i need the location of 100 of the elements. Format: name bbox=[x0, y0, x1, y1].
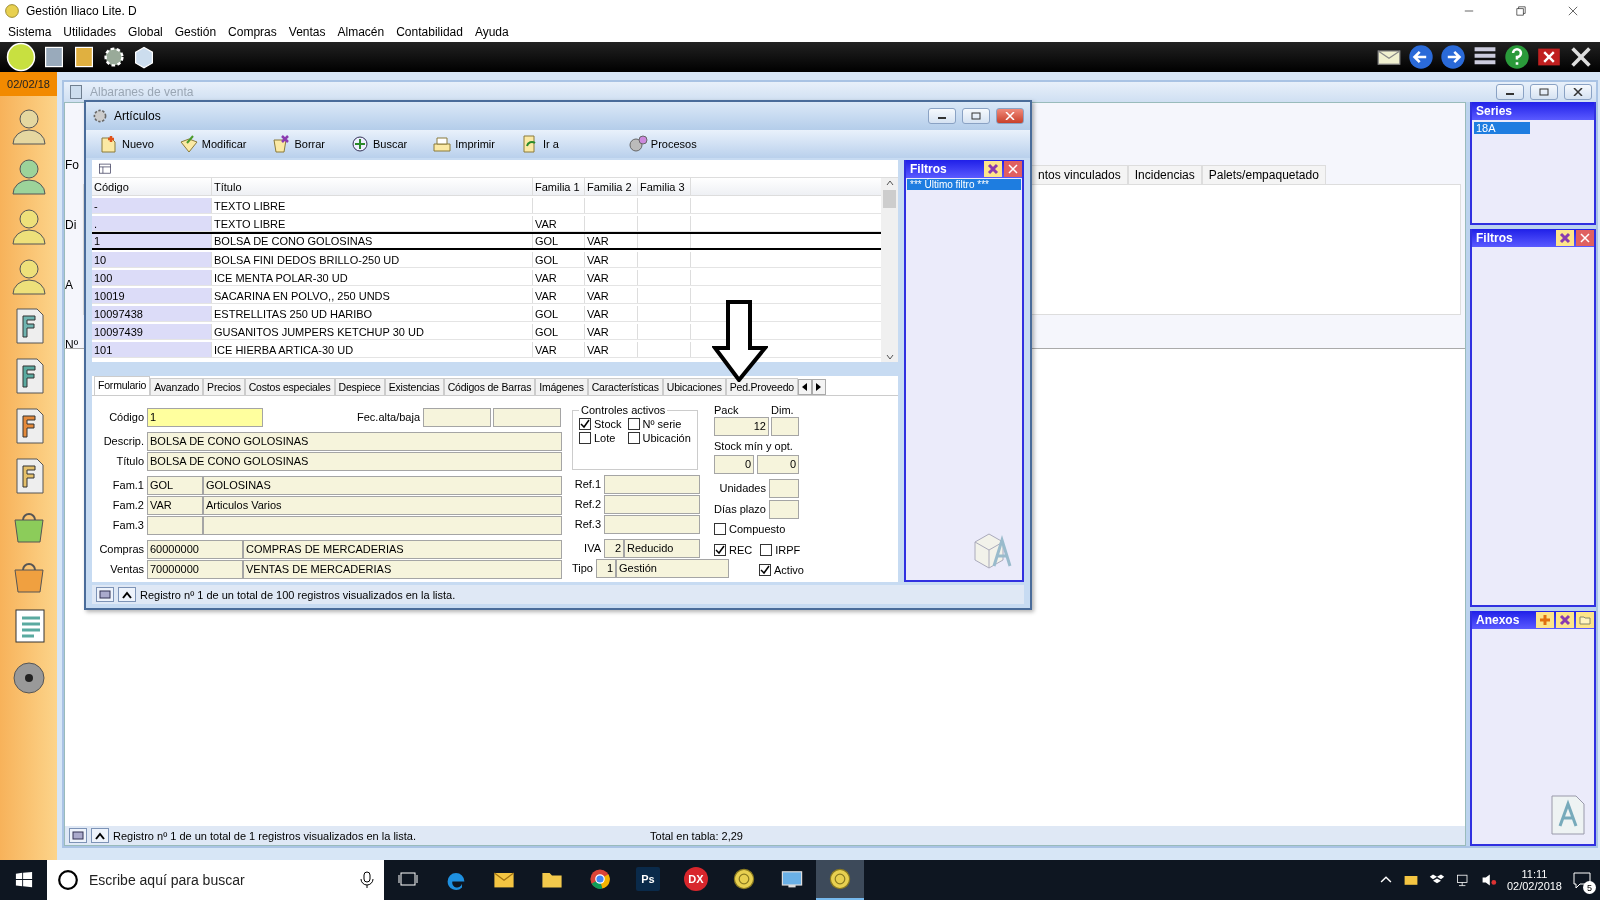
document-icon[interactable] bbox=[42, 45, 66, 69]
caret-up-icon[interactable] bbox=[884, 178, 895, 188]
column-header[interactable]: Familia 3 bbox=[638, 178, 691, 195]
column-header[interactable]: Título bbox=[212, 178, 533, 195]
tab[interactable]: Formulario bbox=[94, 376, 151, 395]
checkbox[interactable] bbox=[627, 418, 640, 430]
tab[interactable]: Imágenes bbox=[535, 378, 588, 395]
text-field[interactable]: Reducido bbox=[624, 538, 700, 558]
minimize-button[interactable] bbox=[928, 108, 956, 124]
help-icon[interactable] bbox=[1504, 44, 1530, 70]
tab[interactable]: Despiece bbox=[334, 378, 385, 395]
table-row[interactable]: 1 BOLSA DE CONO GOLOSINAS GOL VAR bbox=[92, 232, 881, 250]
grid-button[interactable] bbox=[96, 587, 114, 602]
checkbox[interactable] bbox=[627, 432, 640, 444]
number-field[interactable] bbox=[769, 478, 799, 498]
notification-icon[interactable] bbox=[1572, 870, 1592, 890]
caret-down-icon[interactable] bbox=[884, 352, 895, 362]
tab[interactable]: Palets/empaquetado bbox=[1201, 165, 1326, 184]
toolbar-button[interactable]: Nuevo bbox=[94, 134, 158, 154]
column-header[interactable]: Código bbox=[92, 178, 212, 195]
menu-item[interactable]: Global bbox=[122, 25, 169, 39]
menu-item[interactable]: Contabilidad bbox=[390, 25, 469, 39]
tab[interactable]: Costos especiales bbox=[244, 378, 335, 395]
code-field[interactable]: VAR bbox=[147, 495, 203, 515]
scrollbar[interactable] bbox=[881, 178, 898, 362]
gear-icon[interactable] bbox=[102, 45, 126, 69]
collapse-button[interactable] bbox=[91, 828, 109, 843]
code-field[interactable]: 60000000 bbox=[147, 539, 243, 559]
document-icon[interactable] bbox=[72, 45, 96, 69]
date-field[interactable] bbox=[493, 407, 561, 427]
tab[interactable]: Características bbox=[587, 378, 663, 395]
app-icon[interactable]: Ps bbox=[636, 867, 660, 891]
checkbox[interactable] bbox=[760, 544, 773, 556]
code-field[interactable]: GOL bbox=[147, 475, 203, 495]
checkbox[interactable] bbox=[714, 523, 726, 535]
code-field[interactable]: 2 bbox=[604, 538, 624, 558]
clock[interactable]: 11:11 02/02/2018 bbox=[1506, 868, 1562, 892]
list-item[interactable]: *** Último filtro *** bbox=[907, 179, 1021, 190]
minimize-button[interactable] bbox=[1496, 84, 1524, 100]
table-row[interactable]: 10 BOLSA FINI DEDOS BRILLO-250 UD GOL VAR bbox=[92, 250, 881, 268]
text-field[interactable] bbox=[604, 494, 700, 514]
table-row[interactable]: . TEXTO LIBRE VAR bbox=[92, 214, 881, 232]
box-icon[interactable] bbox=[132, 45, 156, 69]
number-field[interactable]: 12 bbox=[714, 416, 769, 436]
number-field[interactable] bbox=[771, 416, 799, 436]
app-icon[interactable]: DX bbox=[684, 867, 708, 891]
tab[interactable]: ntos vinculados bbox=[1031, 165, 1128, 184]
table-row[interactable]: 100 ICE MENTA POLAR-30 UD VAR VAR bbox=[92, 268, 881, 286]
checkbox[interactable] bbox=[714, 544, 726, 556]
collapse-button[interactable] bbox=[118, 587, 136, 602]
text-field[interactable]: BOLSA DE CONO GOLOSINAS bbox=[147, 451, 562, 471]
tab[interactable]: Códigos de Barras bbox=[443, 378, 536, 395]
add-button[interactable] bbox=[1536, 612, 1554, 628]
tab[interactable]: Precios bbox=[203, 378, 245, 395]
microphone-icon[interactable] bbox=[360, 871, 374, 889]
menu-item[interactable]: Utilidades bbox=[57, 25, 123, 39]
tab[interactable]: Ubicaciones bbox=[662, 378, 726, 395]
grid-button[interactable] bbox=[69, 828, 87, 843]
text-field[interactable]: Gestión bbox=[616, 558, 729, 578]
maximize-button[interactable] bbox=[1530, 84, 1558, 100]
windows-logo-icon[interactable] bbox=[14, 871, 33, 889]
text-field[interactable] bbox=[203, 515, 562, 535]
restore-icon[interactable] bbox=[1515, 5, 1527, 17]
text-field[interactable]: BOLSA DE CONO GOLOSINAS bbox=[147, 431, 562, 451]
menu-item[interactable]: Compras bbox=[222, 25, 283, 39]
network-icon[interactable] bbox=[1454, 872, 1471, 888]
menu-item[interactable]: Ventas bbox=[282, 25, 332, 39]
tab[interactable]: Existencias bbox=[384, 378, 444, 395]
clear-filter-button[interactable] bbox=[1556, 230, 1574, 246]
text-field[interactable] bbox=[604, 514, 700, 534]
text-field[interactable]: COMPRAS DE MERCADERIAS bbox=[243, 539, 562, 559]
column-header[interactable]: Familia 1 bbox=[533, 178, 585, 195]
checkbox[interactable] bbox=[759, 564, 771, 576]
search-field[interactable]: Escribe aquí para buscar bbox=[47, 860, 384, 900]
date-field[interactable] bbox=[423, 407, 491, 427]
maximize-button[interactable] bbox=[962, 108, 990, 124]
speaker-muted-icon[interactable] bbox=[1480, 872, 1497, 888]
list-item[interactable]: 18A bbox=[1474, 122, 1530, 134]
tab[interactable]: Ped.Proveedo bbox=[725, 378, 798, 395]
number-field[interactable] bbox=[769, 499, 799, 519]
remove-button[interactable] bbox=[1556, 612, 1574, 628]
checkbox[interactable] bbox=[579, 432, 591, 444]
number-field[interactable]: 0 bbox=[757, 454, 799, 474]
code-field[interactable] bbox=[147, 515, 203, 535]
checkbox[interactable] bbox=[579, 418, 591, 430]
column-header[interactable]: Familia 2 bbox=[585, 178, 638, 195]
menu-item[interactable]: Sistema bbox=[2, 25, 58, 39]
scroll-thumb[interactable] bbox=[883, 190, 896, 208]
toolbar-button[interactable]: Modificar bbox=[173, 134, 251, 154]
number-field[interactable]: 0 bbox=[714, 454, 754, 474]
clear-filter-button[interactable] bbox=[984, 161, 1002, 177]
close-button[interactable] bbox=[1564, 84, 1592, 100]
menu-item[interactable]: Ayuda bbox=[468, 25, 515, 39]
toolbar-button[interactable]: Buscar bbox=[345, 134, 412, 154]
menu-item[interactable]: Almacén bbox=[331, 25, 391, 39]
text-field[interactable] bbox=[604, 474, 700, 494]
toolbar-button[interactable]: Imprimir bbox=[427, 134, 499, 154]
tab[interactable]: Avanzado bbox=[150, 378, 204, 395]
tab[interactable]: Incidencias bbox=[1127, 165, 1202, 184]
text-field[interactable]: VENTAS DE MERCADERIAS bbox=[243, 559, 562, 579]
